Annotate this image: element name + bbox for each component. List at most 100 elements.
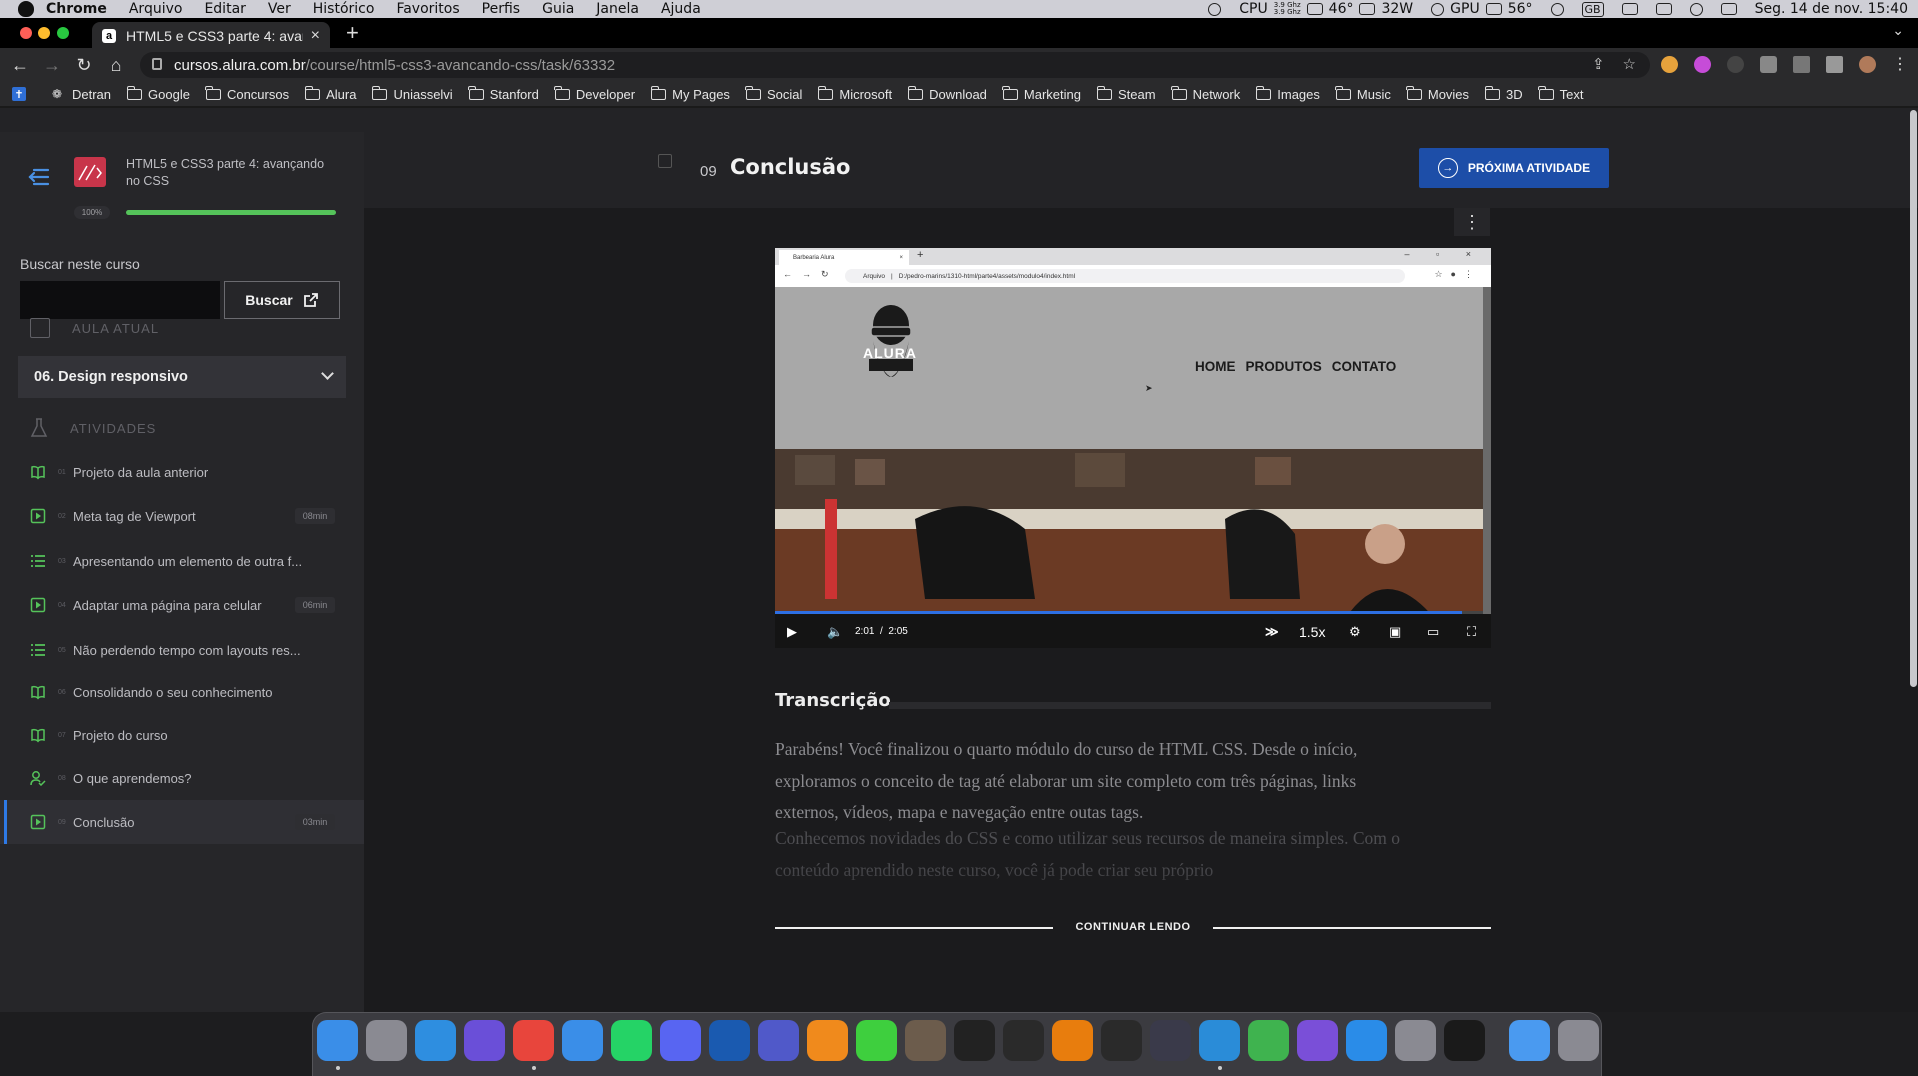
bookmark-music[interactable]: Music — [1335, 85, 1391, 102]
window-close-button[interactable] — [20, 27, 32, 39]
reading-list-icon[interactable] — [1793, 55, 1810, 73]
trash-icon[interactable] — [1558, 1020, 1599, 1061]
chrome-icon[interactable] — [513, 1020, 554, 1061]
control-center-icon[interactable] — [1720, 3, 1737, 15]
extension-icon-3[interactable] — [1727, 55, 1744, 73]
bookmark-text[interactable]: Text — [1538, 85, 1584, 102]
darktable-icon[interactable] — [1101, 1020, 1142, 1061]
home-icon[interactable]: ⌂ — [104, 53, 128, 77]
vpn-icon[interactable] — [464, 1020, 505, 1061]
gb-badge[interactable]: GB — [1581, 1, 1604, 17]
bookmark-movies[interactable]: Movies — [1406, 85, 1469, 102]
whatsapp-icon[interactable] — [611, 1020, 652, 1061]
forward-arrow-icon[interactable]: → — [40, 53, 64, 77]
new-tab-icon[interactable]: + — [346, 20, 359, 46]
menu-app-name[interactable]: Chrome — [46, 1, 107, 17]
playback-speed[interactable]: 1.5x — [1299, 624, 1325, 640]
puzzle-icon[interactable] — [1760, 55, 1777, 73]
activity-item-02[interactable]: 02 Meta tag de Viewport 08min — [0, 494, 364, 538]
theater-mode-icon[interactable]: ▭ — [1427, 624, 1439, 640]
bookmark-uniasselvi[interactable]: Uniasselvi — [371, 85, 453, 102]
finder-icon[interactable] — [317, 1020, 358, 1061]
github-icon[interactable] — [1297, 1020, 1338, 1061]
activity-item-09[interactable]: 09 Conclusão 03min — [0, 800, 364, 844]
activity-item-07[interactable]: 07 Projeto do curso — [0, 713, 364, 757]
profile-avatar[interactable] — [1859, 55, 1876, 73]
play-status-icon[interactable] — [1550, 2, 1564, 16]
bookmark-microsoft[interactable]: Microsoft — [817, 85, 892, 102]
pen-icon[interactable] — [856, 1020, 897, 1061]
tab-close-icon[interactable]: × — [311, 27, 320, 45]
settings-gear-icon[interactable]: ⚙ — [1349, 624, 1361, 640]
bookmark-stanford[interactable]: Stanford — [468, 85, 539, 102]
window-zoom-button[interactable] — [57, 27, 69, 39]
page-scrollbar[interactable] — [1908, 108, 1918, 1008]
menu-item-janela[interactable]: Janela — [596, 1, 639, 17]
activity-item-01[interactable]: 01 Projeto da aula anterior — [0, 450, 364, 494]
inkscape-icon[interactable] — [954, 1020, 995, 1061]
proton-icon[interactable] — [709, 1020, 750, 1061]
bookmark-marketing[interactable]: Marketing — [1002, 85, 1081, 102]
davinci-icon[interactable] — [1150, 1020, 1191, 1061]
bookmark-google[interactable]: Google — [126, 85, 190, 102]
volume-icon[interactable]: 🔈 — [827, 624, 843, 640]
launchpad-icon[interactable] — [366, 1020, 407, 1061]
skip-forward-icon[interactable]: ≫ — [1265, 624, 1279, 640]
continue-reading-button[interactable]: CONTINUAR LENDO — [775, 918, 1491, 938]
fullscreen-icon[interactable]: ⛶ — [1467, 624, 1476, 640]
video-player[interactable]: Barbearia Alura × + – ▫ × ←→↻ Arquivo | D:/… — [775, 248, 1491, 648]
window-minimize-button[interactable] — [38, 27, 50, 39]
bookmark-developer[interactable]: Developer — [554, 85, 635, 102]
activity-item-03[interactable]: 03 Apresentando um elemento de outra f... — [0, 539, 364, 583]
bookmark-3d[interactable]: 3D — [1484, 85, 1523, 102]
activity-item-06[interactable]: 06 Consolidando o seu conhecimento — [0, 670, 364, 714]
terminal-icon[interactable] — [1444, 1020, 1485, 1061]
mail-icon[interactable] — [562, 1020, 603, 1061]
next-activity-button[interactable]: → PRÓXIMA ATIVIDADE — [1419, 148, 1609, 188]
bookmark-steam[interactable]: Steam — [1096, 85, 1156, 102]
menu-item-ver[interactable]: Ver — [268, 1, 291, 17]
extension-icon-2[interactable] — [1694, 55, 1711, 73]
back-arrow-icon[interactable]: ← — [8, 53, 32, 77]
gimp-icon[interactable] — [905, 1020, 946, 1061]
appstore-icon[interactable] — [1346, 1020, 1387, 1061]
menu-item-favoritos[interactable]: Favoritos — [396, 1, 459, 17]
bookmark-apps[interactable]: ✝ — [12, 87, 36, 101]
activity-item-08[interactable]: 08 O que aprendemos? — [0, 756, 364, 800]
vlc-icon[interactable] — [807, 1020, 848, 1061]
bookmark-download[interactable]: Download — [907, 85, 987, 102]
share-icon[interactable]: ⇪ — [1592, 55, 1605, 73]
display-icon[interactable] — [1655, 3, 1672, 15]
bookmark-my-pages[interactable]: My Pages — [650, 85, 730, 102]
lock-icon[interactable] — [152, 58, 162, 70]
kebab-menu-icon[interactable]: ⋮ — [1892, 54, 1908, 74]
settings-icon[interactable] — [1395, 1020, 1436, 1061]
collapse-menu-icon[interactable] — [28, 168, 50, 186]
bookmark-detran[interactable]: ❁ Detran — [52, 87, 111, 102]
teams-icon[interactable] — [758, 1020, 799, 1061]
menu-item-editar[interactable]: Editar — [204, 1, 245, 17]
menu-item-historico[interactable]: Histórico — [313, 1, 375, 17]
sidepanel-icon[interactable] — [1826, 55, 1843, 73]
spotlight-search-icon[interactable] — [1689, 2, 1703, 16]
scrollbar-thumb[interactable] — [1910, 110, 1917, 687]
bookmark-alura[interactable]: Alura — [304, 85, 356, 102]
window-icon[interactable] — [1621, 3, 1638, 15]
reload-icon[interactable]: ↻ — [72, 53, 96, 77]
play-icon[interactable]: ▶ — [787, 624, 797, 640]
activity-item-05[interactable]: 05 Não perdendo tempo com layouts res... — [0, 628, 364, 672]
blender-icon[interactable] — [1052, 1020, 1093, 1061]
menu-item-ajuda[interactable]: Ajuda — [661, 1, 701, 17]
bookmark-network[interactable]: Network — [1171, 85, 1240, 102]
address-bar[interactable]: cursos.alura.com.br/course/html5-css3-av… — [140, 52, 1650, 78]
menu-item-guia[interactable]: Guia — [542, 1, 574, 17]
bookmark-social[interactable]: Social — [745, 85, 802, 102]
activity-item-04[interactable]: 04 Adaptar uma página para celular 06min — [0, 583, 364, 627]
discord-icon[interactable] — [660, 1020, 701, 1061]
course-search-input[interactable] — [20, 281, 220, 319]
browser-tab-active[interactable]: a HTML5 e CSS3 parte 4: avanç × — [92, 22, 330, 50]
atom-icon[interactable] — [1248, 1020, 1289, 1061]
vectornator-icon[interactable] — [1003, 1020, 1044, 1061]
extension-icon-1[interactable] — [1661, 55, 1678, 73]
options-kebab-icon[interactable]: ⋮ — [1454, 208, 1490, 236]
